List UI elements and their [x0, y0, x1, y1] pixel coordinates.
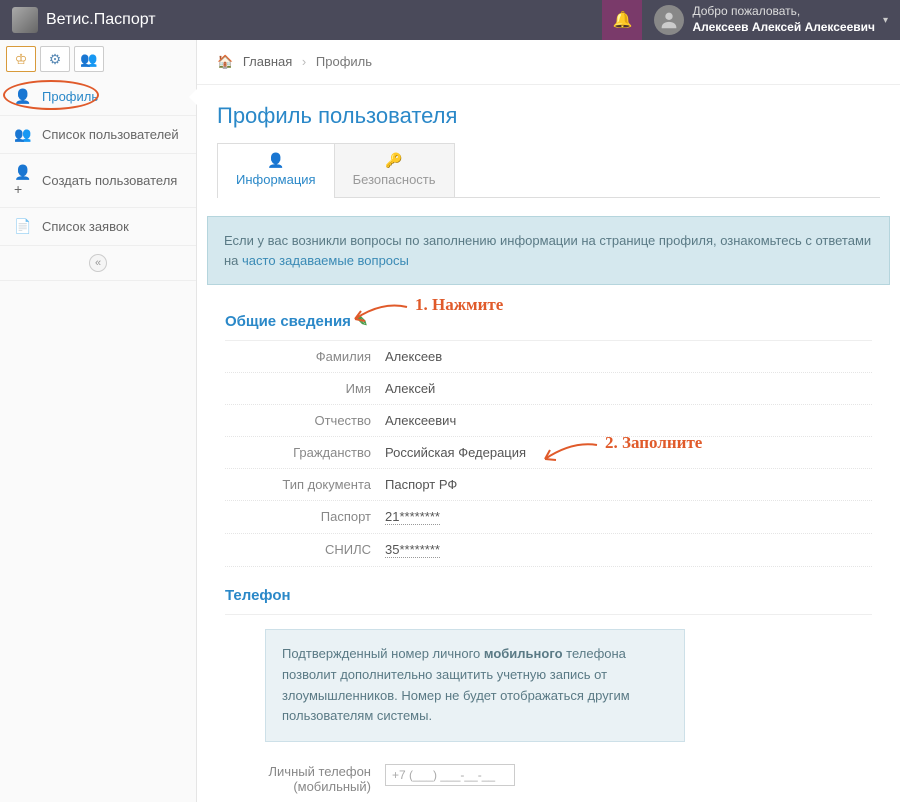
user-icon: 👤 [236, 152, 316, 169]
user-icon: 👤 [14, 88, 32, 105]
page-title: Профиль пользователя [197, 85, 900, 143]
field-passport: Паспорт 21******** [225, 501, 872, 534]
users-icon: 👥 [14, 126, 32, 143]
field-phone: Личный телефон (мобильный) [225, 756, 872, 802]
tab-label: Безопасность [353, 172, 436, 187]
sidebar-item-profile[interactable]: 👤 Профиль [0, 78, 196, 116]
sidebar-item-users-list[interactable]: 👥 Список пользователей [0, 116, 196, 154]
sidebar-item-label: Список пользователей [42, 127, 179, 142]
section-general: Общие сведения ✎ [225, 303, 872, 341]
field-label: Имя [225, 381, 385, 396]
field-name: Имя Алексей [225, 373, 872, 405]
home-icon: 🏠 [217, 54, 233, 69]
field-value: Алексеевич [385, 413, 456, 428]
field-value: 21******** [385, 509, 440, 525]
field-value: Алексей [385, 381, 435, 396]
field-family: Фамилия Алексеев [225, 341, 872, 373]
sidebar: ♔ ⚙ 👥 👤 Профиль 👥 Список пользователей 👤… [0, 40, 197, 802]
bell-icon: 🔔 [613, 10, 633, 30]
role-tab-2[interactable]: ⚙ [40, 46, 70, 72]
info-box: Если у вас возникли вопросы по заполнени… [207, 216, 890, 285]
notifications-button[interactable]: 🔔 [602, 0, 642, 40]
logo-cube-icon [12, 7, 38, 33]
field-label: Фамилия [225, 349, 385, 364]
sidebar-item-label: Создать пользователя [42, 173, 177, 188]
breadcrumb-separator: › [302, 54, 306, 69]
role-tabs: ♔ ⚙ 👥 [0, 40, 196, 78]
user-text: Добро пожаловать, Алексеев Алексей Алекс… [692, 4, 875, 35]
section-phone: Телефон [225, 577, 872, 615]
avatar [654, 5, 684, 35]
tab-security[interactable]: 🔑 Безопасность [334, 143, 455, 197]
field-snils: СНИЛС 35******** [225, 534, 872, 567]
breadcrumb-current: Профиль [316, 54, 372, 69]
user-fullname: Алексеев Алексей Алексеевич [692, 20, 875, 36]
collapse-icon: « [89, 254, 107, 272]
app-logo: Ветис.Паспорт [0, 7, 168, 33]
field-value: Российская Федерация [385, 445, 526, 460]
app-header: Ветис.Паспорт 🔔 Добро пожаловать, Алексе… [0, 0, 900, 40]
app-name: Ветис.Паспорт [46, 11, 156, 29]
welcome-text: Добро пожаловать, [692, 4, 875, 20]
field-label: Гражданство [225, 445, 385, 460]
phone-input[interactable] [385, 764, 515, 786]
key-icon: 🔑 [353, 152, 436, 169]
sidebar-item-requests[interactable]: 📄 Список заявок [0, 208, 196, 246]
field-citizenship: Гражданство Российская Федерация [225, 437, 872, 469]
field-value: 35******** [385, 542, 440, 558]
user-plus-icon: 👤+ [14, 164, 32, 197]
sidebar-collapse[interactable]: « [0, 246, 196, 281]
field-label: Паспорт [225, 509, 385, 525]
role-tab-3[interactable]: 👥 [74, 46, 104, 72]
sidebar-item-label: Профиль [42, 89, 98, 104]
tab-info[interactable]: 👤 Информация [217, 143, 335, 197]
phone-notice: Подтвержденный номер личного мобильного … [265, 629, 685, 742]
edit-icon[interactable]: ✎ [357, 314, 368, 330]
field-value: Алексеев [385, 349, 442, 364]
field-label: Тип документа [225, 477, 385, 492]
field-label: Личный телефон (мобильный) [225, 764, 385, 794]
section-title-text: Общие сведения [225, 313, 351, 330]
field-value: Паспорт РФ [385, 477, 457, 492]
section-title-text: Телефон [225, 587, 291, 604]
field-label: Отчество [225, 413, 385, 428]
user-menu[interactable]: Добро пожаловать, Алексеев Алексей Алекс… [642, 4, 900, 35]
tab-label: Информация [236, 172, 316, 187]
tabs: 👤 Информация 🔑 Безопасность [217, 143, 880, 198]
field-doctype: Тип документа Паспорт РФ [225, 469, 872, 501]
sidebar-item-create-user[interactable]: 👤+ Создать пользователя [0, 154, 196, 208]
field-patronymic: Отчество Алексеевич [225, 405, 872, 437]
sidebar-item-label: Список заявок [42, 219, 129, 234]
field-label: СНИЛС [225, 542, 385, 558]
breadcrumb: 🏠 Главная › Профиль [197, 40, 900, 85]
file-icon: 📄 [14, 218, 32, 235]
main-content: 🏠 Главная › Профиль Профиль пользователя… [197, 40, 900, 802]
role-tab-1[interactable]: ♔ [6, 46, 36, 72]
chevron-down-icon: ▾ [883, 15, 888, 26]
faq-link[interactable]: часто задаваемые вопросы [242, 253, 409, 268]
breadcrumb-home[interactable]: Главная [243, 54, 292, 69]
